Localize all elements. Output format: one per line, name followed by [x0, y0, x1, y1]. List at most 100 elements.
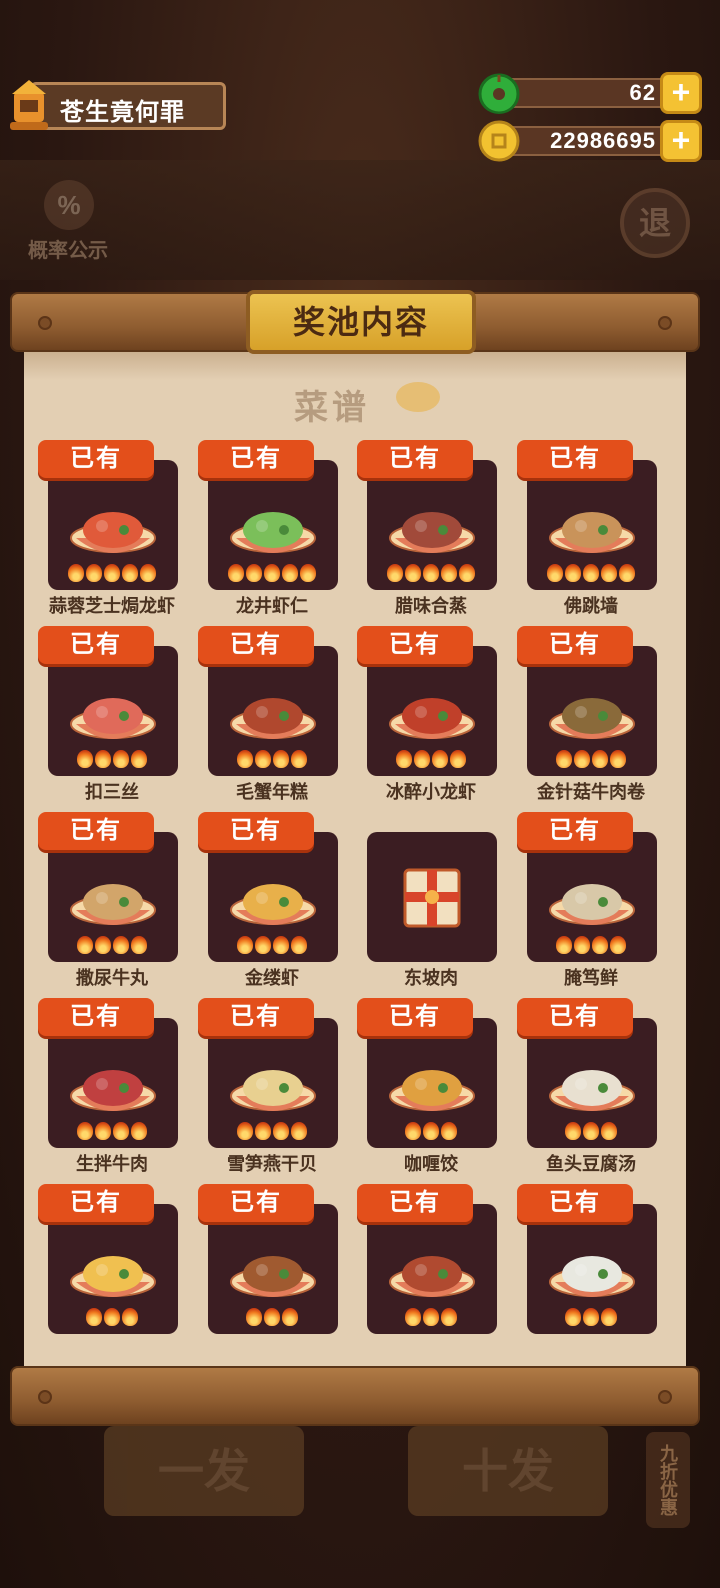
coin-resource: 22986695 + [478, 120, 702, 162]
dish-card[interactable]: 已有腌笃鲜 [517, 812, 657, 988]
dish-card[interactable]: 已有 扣三丝 [38, 626, 178, 802]
dish-bowl-icon [70, 1256, 156, 1297]
rarity-flames [228, 564, 328, 584]
flame-icon [423, 564, 439, 582]
flame-icon [547, 564, 563, 582]
dish-card[interactable]: 已有 金缕虾 [198, 812, 338, 988]
player-name: 苍生竟何罪 [60, 99, 185, 126]
dish-name: 雪笋燕干贝 [227, 1154, 317, 1174]
ten-draw-button[interactable]: 十发 [408, 1426, 608, 1516]
flame-icon [556, 936, 572, 954]
dish-card[interactable]: 已有 [198, 1184, 338, 1354]
flame-icon [583, 1122, 599, 1140]
flame-icon [95, 1122, 111, 1140]
dish-bowl-icon [230, 884, 316, 925]
flame-icon [291, 750, 307, 768]
add-coins-button[interactable]: + [660, 120, 702, 162]
rarity-flames [237, 750, 337, 770]
dish-card[interactable]: 已有 冰醉小龙虾 [357, 626, 497, 802]
flame-icon [140, 564, 156, 582]
rarity-flames [77, 936, 177, 956]
dish-card[interactable]: 东坡肉 [357, 812, 497, 988]
dish-name: 东坡肉 [404, 968, 458, 988]
dish-bowl-icon [549, 1070, 635, 1111]
rarity-flames [565, 1122, 665, 1142]
dish-bowl-icon [70, 884, 156, 925]
flame-icon [131, 750, 147, 768]
jade-amount: 62 [629, 80, 656, 105]
single-draw-button[interactable]: 一发 [104, 1426, 304, 1516]
rarity-flames [86, 1308, 186, 1328]
dish-card[interactable]: 已有 雪笋燕干贝 [198, 998, 338, 1174]
probability-button[interactable]: % 概率公示 [18, 180, 118, 262]
flame-icon [565, 1308, 581, 1326]
flame-icon [131, 1122, 147, 1140]
flame-icon [583, 1308, 599, 1326]
dish-name: 腊味合蒸 [395, 596, 467, 616]
scroll-rod-bottom [10, 1366, 700, 1426]
flame-icon [459, 564, 475, 582]
dish-card[interactable]: 已有 撒尿牛丸 [38, 812, 178, 988]
flame-icon [565, 564, 581, 582]
dish-card[interactable]: 已有 [517, 1184, 657, 1354]
flame-icon [423, 1308, 439, 1326]
dish-card[interactable]: 已有 咖喱饺 [357, 998, 497, 1174]
dish-card[interactable]: 已有 毛蟹年糕 [198, 626, 338, 802]
rarity-flames [77, 1122, 177, 1142]
flame-icon [246, 564, 262, 582]
flame-icon [77, 750, 93, 768]
flame-icon [77, 1122, 93, 1140]
dish-name: 龙井虾仁 [236, 596, 308, 616]
owned-badge: 已有 [198, 812, 314, 850]
flame-icon [228, 564, 244, 582]
dish-bowl-icon [230, 1070, 316, 1111]
dish-card[interactable]: 已有 [38, 1184, 178, 1354]
flame-icon [264, 564, 280, 582]
rarity-flames [237, 936, 337, 956]
player-card[interactable]: 苍生竟何罪 [4, 78, 226, 134]
dish-card[interactable]: 已有 腊味合蒸 [357, 440, 497, 616]
flame-icon [237, 936, 253, 954]
rarity-flames [565, 1308, 665, 1328]
category-coin-icon [396, 382, 440, 412]
dish-card[interactable]: 已有 [357, 1184, 497, 1354]
prize-pool-panel: 菜谱 已有 蒜蓉芝士焗龙虾 已有 龙井虾仁 已有 腊味合蒸 已有 佛跳墙 已有 扣三丝 已有 毛蟹年糕… [24, 350, 686, 1372]
flame-icon [565, 1122, 581, 1140]
flame-icon [556, 750, 572, 768]
modal-title: 奖池内容 [246, 290, 476, 354]
owned-badge: 已有 [357, 1184, 473, 1222]
dish-bowl-icon [389, 698, 475, 739]
owned-badge: 已有 [38, 440, 154, 478]
dish-card[interactable]: 已有 佛跳墙 [517, 440, 657, 616]
flame-icon [405, 1122, 421, 1140]
add-jade-button[interactable]: + [660, 72, 702, 114]
dish-card[interactable]: 已有 龙井虾仁 [198, 440, 338, 616]
dish-card[interactable]: 已有 生拌牛肉 [38, 998, 178, 1174]
flame-icon [273, 750, 289, 768]
owned-badge: 已有 [517, 1184, 633, 1222]
dish-name: 腌笃鲜 [564, 968, 618, 988]
owned-badge: 已有 [198, 1184, 314, 1222]
flame-icon [601, 1122, 617, 1140]
exit-button[interactable]: 退 [620, 188, 690, 258]
flame-icon [592, 936, 608, 954]
category-title: 菜谱 [294, 389, 370, 427]
rarity-flames [556, 750, 656, 770]
flame-icon [387, 564, 403, 582]
dish-name: 冰醉小龙虾 [386, 782, 476, 802]
rarity-flames [246, 1308, 346, 1328]
flame-icon [574, 936, 590, 954]
dish-card[interactable]: 已有 金针菇牛肉卷 [517, 626, 657, 802]
flame-icon [441, 564, 457, 582]
owned-badge: 已有 [517, 812, 633, 850]
dish-card[interactable]: 已有 鱼头豆腐汤 [517, 998, 657, 1174]
dish-bowl-icon [389, 1256, 475, 1297]
flame-icon [77, 936, 93, 954]
owned-badge: 已有 [38, 812, 154, 850]
flame-icon [113, 1122, 129, 1140]
peg-icon [38, 1390, 52, 1404]
dish-name: 扣三丝 [85, 782, 139, 802]
dish-card[interactable]: 已有 蒜蓉芝士焗龙虾 [38, 440, 178, 616]
dish-bowl-icon [230, 512, 316, 553]
coin-icon [478, 120, 520, 162]
